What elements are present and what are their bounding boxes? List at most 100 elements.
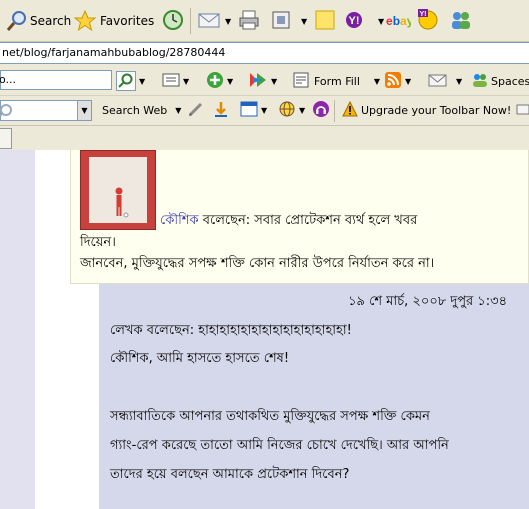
spaces-label: Spaces <box>491 74 529 88</box>
comment-text: জানবেন, মুক্তিযুদ্ধের সপক্ষ শক্তি কোন না… <box>80 256 435 271</box>
reply-text: সন্ধ্যাবাতিকে আপনার তথাকথিত মুক্তিযুদ্ধে… <box>110 409 430 424</box>
tab-edge[interactable] <box>0 128 12 149</box>
printer-icon <box>238 9 260 34</box>
warning-icon <box>342 100 358 120</box>
download-icon <box>212 100 230 121</box>
mail-icon <box>198 9 222 34</box>
page-icon <box>162 71 180 92</box>
avatar <box>80 150 156 230</box>
history-icon <box>162 9 184 34</box>
chevron-down-icon: ▼ <box>175 106 182 115</box>
rss-icon <box>384 71 402 92</box>
comment-text: দিয়েন। <box>80 235 116 250</box>
address-bar[interactable]: net/blog/farjanamahbubablog/28780444 <box>0 42 529 64</box>
form-icon <box>292 71 310 92</box>
people-icon <box>472 72 488 91</box>
highlight-button[interactable] <box>187 100 205 121</box>
toolbar-divider <box>334 100 335 122</box>
extra-button[interactable] <box>516 100 529 121</box>
svg-text:Y!: Y! <box>420 11 427 18</box>
ebay-icon: ebay <box>385 9 414 34</box>
chevron-down-icon: ▼ <box>227 76 234 86</box>
upgrade-label: Upgrade your Toolbar Now! <box>361 104 512 117</box>
rss-button[interactable]: ▼ <box>384 70 411 92</box>
svg-text:ebay: ebay <box>386 14 411 28</box>
search-button[interactable]: Search <box>6 10 71 32</box>
toolbar-divider <box>190 8 191 34</box>
upgrade-toolbar-button[interactable]: Upgrade your Toolbar Now! ▼ <box>342 100 525 121</box>
search-icon <box>116 71 136 91</box>
headphones-icon <box>312 100 330 121</box>
left-margin-strip <box>0 150 35 509</box>
window-icon <box>240 100 258 121</box>
svg-text:Y!: Y! <box>349 15 360 27</box>
add-button[interactable]: ▼ <box>206 70 233 92</box>
chevron-down-icon: ▼ <box>225 16 232 26</box>
messenger-icon: Y! <box>415 8 441 34</box>
yahoo-icon: Y! <box>345 9 375 34</box>
favorites-label: Favorites <box>100 14 155 28</box>
form-fill-button[interactable]: Form Fill ▼ <box>292 70 380 92</box>
people-icon <box>448 9 474 34</box>
contacts-button[interactable] <box>448 10 474 32</box>
ebay-button[interactable]: ebay <box>385 9 414 34</box>
search-toolbar: ▼ Search Web ▼ ▼ ▼ Upgrade your Toolbar … <box>0 96 529 126</box>
search-web-label: Search Web <box>102 104 168 117</box>
yahoo-button[interactable]: Y! ▼ <box>345 10 384 32</box>
toolbar-search-button[interactable]: ▼ <box>116 70 145 92</box>
notes-button[interactable] <box>314 10 336 32</box>
mail-button[interactable]: ▼ <box>198 10 231 32</box>
print-button[interactable] <box>238 10 260 32</box>
tab-button[interactable]: ▼ <box>162 70 189 92</box>
history-button[interactable] <box>162 9 184 34</box>
reply-text: তাদের হয়ে বলছেন আমাকে প্রটেকশান দিবেন? <box>110 467 350 482</box>
layout-button[interactable]: ▼ <box>240 100 267 121</box>
envelope-icon <box>428 71 448 92</box>
reply-text: লেখক বলেছেন: হাহাহাহাহাহাহাহাহাহাহাহাহাহ… <box>110 323 352 338</box>
form-fill-label: Form Fill <box>314 74 360 88</box>
chevron-down-icon: ▼ <box>261 106 268 115</box>
search-web-button[interactable]: Search Web ▼ <box>102 100 181 121</box>
search-icon <box>6 10 28 32</box>
globe-button[interactable]: ▼ <box>278 100 305 121</box>
chevron-down-icon: ▼ <box>183 76 190 86</box>
sticky-note-icon <box>314 9 336 34</box>
favorites-button[interactable]: Favorites <box>73 9 155 32</box>
comment-text: বলেছেন: সবার প্রোটেকশন ব্যর্থ হলে খবর <box>198 213 418 228</box>
pencil-icon <box>187 100 205 121</box>
reply-timestamp: ১৯ শে মার্চ, ২০০৮ দুপুর ১:৩৪ <box>348 294 507 309</box>
comment-author-link[interactable]: কৌশিক <box>160 213 199 228</box>
download-button[interactable] <box>212 100 230 121</box>
toolbar-search-input[interactable]: o... <box>0 70 112 90</box>
main-toolbar: Search Favorites ▼ ▼ Y! ▼ ebay Y! <box>0 0 529 42</box>
comment-line: কৌশিক বলেছেন: সবার প্রোটেকশন ব্যর্থ হলে … <box>160 211 417 232</box>
globe-icon <box>278 100 296 121</box>
envelope-icon <box>516 102 529 119</box>
star-icon <box>73 9 97 32</box>
edit-icon <box>271 10 291 33</box>
bookmark-icon <box>248 71 268 92</box>
url-text: net/blog/farjanamahbubablog/28780444 <box>2 46 226 59</box>
web-search-input[interactable]: ▼ <box>0 100 92 121</box>
reply-text: গ্যাং-রেপ করেছে তাতো আমি নিজের চোখে দেখে… <box>110 438 449 453</box>
edit-button[interactable]: ▼ <box>271 10 307 32</box>
messenger-button[interactable]: Y! <box>415 8 441 34</box>
chevron-down-icon: ▼ <box>139 76 146 86</box>
search-dropdown-button[interactable]: ▼ <box>77 101 91 120</box>
reply-text: কৌশিক, আমি হাসতে হাসতে শেষ! <box>110 351 290 366</box>
radio-button[interactable] <box>312 100 330 121</box>
chevron-down-icon: ▼ <box>301 16 308 26</box>
chevron-down-icon: ▼ <box>405 76 412 86</box>
plus-icon <box>206 71 224 92</box>
mail-alert-button[interactable]: ▼ <box>428 70 462 92</box>
chevron-down-icon: ▼ <box>271 76 278 86</box>
bookmark-button[interactable]: ▼ <box>248 70 277 92</box>
spaces-button[interactable]: Spaces <box>472 70 529 92</box>
search-label: Search <box>30 14 72 28</box>
tab-strip <box>0 126 529 150</box>
chevron-down-icon: ▼ <box>456 76 463 86</box>
chevron-down-icon: ▼ <box>299 106 306 115</box>
chevron-down-icon: ▼ <box>378 16 385 26</box>
search-icon <box>0 102 15 124</box>
links-toolbar: o... ▼ ▼ ▼ ▼ Form Fill ▼ ▼ ▼ Spaces <box>0 64 529 96</box>
